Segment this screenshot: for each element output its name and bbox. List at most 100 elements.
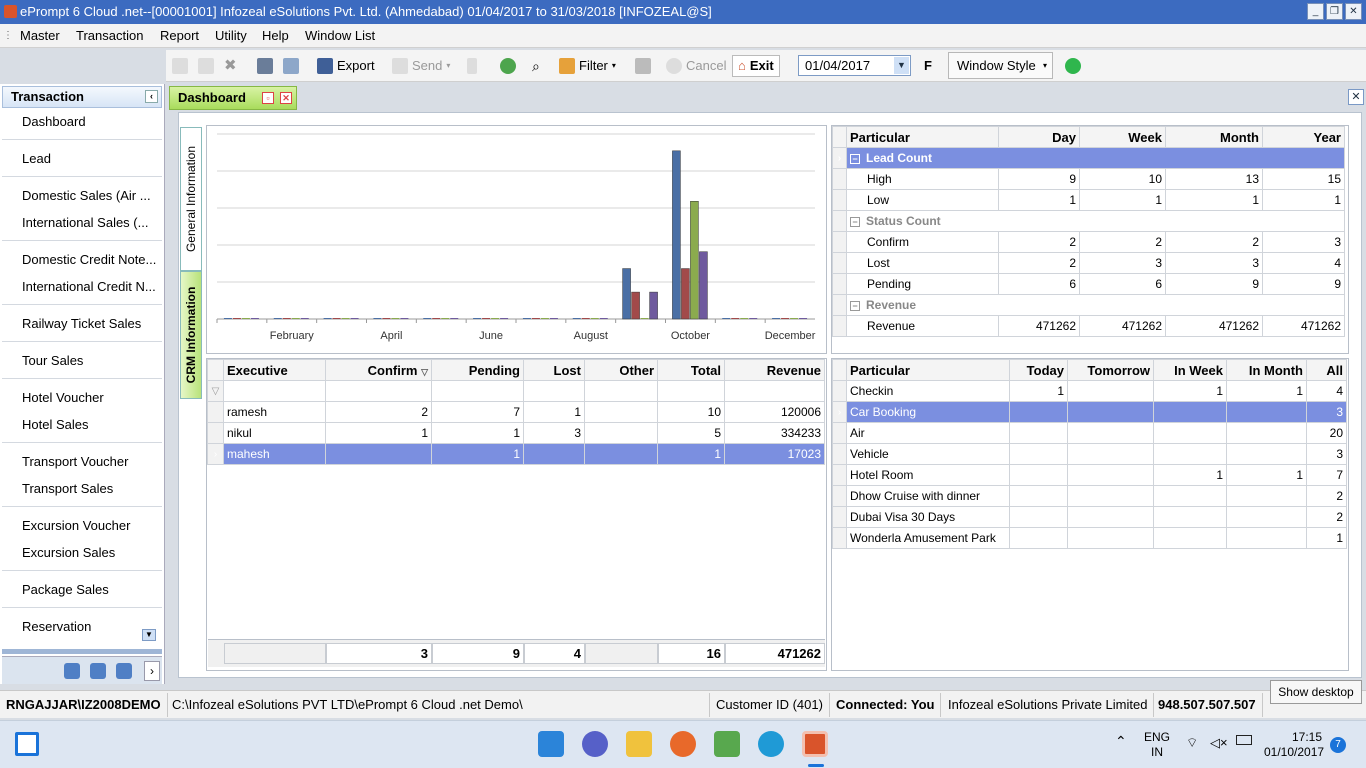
filter-cell[interactable]	[325, 380, 432, 402]
sidebar-item-international-sales[interactable]: International Sales (...	[22, 215, 148, 230]
send-button[interactable]: Send ▾	[392, 55, 450, 77]
col-particular[interactable]: Particular	[846, 126, 999, 148]
sidebar-item-tour-sales[interactable]: Tour Sales	[22, 353, 83, 368]
col-lost[interactable]: Lost	[523, 359, 585, 381]
filter-cell[interactable]	[724, 380, 825, 402]
start-icon[interactable]	[538, 731, 564, 757]
pane-icon[interactable]	[116, 663, 132, 679]
col-month[interactable]: Month	[1165, 126, 1263, 148]
pane-icon[interactable]	[90, 663, 106, 679]
collapse-group-icon[interactable]: −	[850, 301, 860, 311]
filter-cell[interactable]	[431, 380, 524, 402]
delete-icon[interactable]: ✖	[224, 55, 237, 77]
filter-icon[interactable]: ▽	[207, 380, 224, 402]
col-year[interactable]: Year	[1262, 126, 1345, 148]
sidebar-item-transport-voucher[interactable]: Transport Voucher	[22, 454, 128, 469]
table-row[interactable]: Vehicle 3	[832, 443, 1347, 465]
calculator-icon[interactable]	[467, 58, 477, 74]
sidebar-item-excursion-sales[interactable]: Excursion Sales	[22, 545, 115, 560]
table-row[interactable]: ramesh 2 7 1 10 120006	[207, 401, 825, 423]
minimize-button[interactable]: _	[1307, 3, 1324, 20]
close-button[interactable]: ✕	[1345, 3, 1362, 20]
find-icon[interactable]: ⌕	[532, 55, 540, 77]
sidebar-item-hotel-sales[interactable]: Hotel Sales	[22, 417, 88, 432]
col-executive[interactable]: Executive	[223, 359, 326, 381]
collapse-group-icon[interactable]: −	[850, 154, 860, 164]
col-week[interactable]: Week	[1079, 126, 1166, 148]
tab-dashboard[interactable]: Dashboard ▫ ✕	[169, 86, 297, 110]
col-tomorrow[interactable]: Tomorrow	[1067, 359, 1154, 381]
filter-button[interactable]: Filter ▾	[559, 55, 616, 77]
date-picker[interactable]: 01/04/2017 ▼	[798, 55, 911, 76]
pane-icon[interactable]	[64, 663, 80, 679]
sidebar-item-domestic-sales[interactable]: Domestic Sales (Air ...	[22, 188, 151, 203]
print-icon[interactable]	[257, 58, 273, 74]
filter-cell[interactable]	[584, 380, 658, 402]
sidebar-item-domestic-credit-note[interactable]: Domestic Credit Note...	[22, 252, 156, 267]
filter-cell[interactable]	[223, 380, 326, 402]
sidebar-item-reservation[interactable]: Reservation	[22, 619, 91, 634]
summary-row[interactable]: Confirm 2 2 2 3	[832, 231, 1345, 253]
col-in-month[interactable]: In Month	[1226, 359, 1307, 381]
summary-row[interactable]: High 9 10 13 15	[832, 168, 1345, 190]
summary-row[interactable]: › − Lead Count	[832, 147, 1345, 169]
menu-report[interactable]: Report	[160, 28, 199, 43]
collapse-icon[interactable]: ‹	[145, 90, 158, 103]
sidebar-item-railway-ticket-sales[interactable]: Railway Ticket Sales	[22, 316, 141, 331]
table-row[interactable]: Wonderla Amusement Park 1	[832, 527, 1347, 549]
meet-icon[interactable]	[582, 731, 608, 757]
table-row[interactable]: Hotel Room 1 1 7	[832, 464, 1347, 486]
clock[interactable]: 17:15 01/10/2017	[1264, 730, 1324, 760]
col-other[interactable]: Other	[584, 359, 658, 381]
refresh-icon[interactable]	[500, 58, 516, 74]
notepad-icon[interactable]	[714, 731, 740, 757]
dropdown-icon[interactable]: ▼	[894, 57, 909, 74]
summary-row[interactable]: Pending 6 6 9 9	[832, 273, 1345, 295]
col-all[interactable]: All	[1306, 359, 1347, 381]
sidebar-item-dashboard[interactable]: Dashboard	[22, 114, 86, 129]
col-pending[interactable]: Pending	[431, 359, 524, 381]
sidebar-item-lead[interactable]: Lead	[22, 151, 51, 166]
sidebar-item-excursion-voucher[interactable]: Excursion Voucher	[22, 518, 130, 533]
save-icon[interactable]	[635, 58, 651, 74]
table-row[interactable]: Checkin 1 1 1 4	[832, 380, 1347, 402]
restore-button[interactable]: ❐	[1326, 3, 1343, 20]
close-icon[interactable]: ✕	[280, 92, 292, 104]
tab-crm-information[interactable]: CRM Information	[180, 271, 202, 399]
col-total[interactable]: Total	[657, 359, 725, 381]
preview-icon[interactable]	[283, 58, 299, 74]
sidebar-item-transport-sales[interactable]: Transport Sales	[22, 481, 113, 496]
firefox-icon[interactable]	[670, 731, 696, 757]
language-indicator[interactable]: ENG IN	[1144, 730, 1170, 760]
table-row[interactable]: Air 20	[832, 422, 1347, 444]
float-icon[interactable]: ▫	[262, 92, 274, 104]
tab-general-information[interactable]: General Information	[180, 127, 202, 271]
sidebar-item-international-credit-note[interactable]: International Credit N...	[22, 279, 156, 294]
wifi-icon[interactable]: ⌔	[1186, 735, 1198, 751]
col-revenue[interactable]: Revenue	[724, 359, 825, 381]
group-label[interactable]: − Status Count	[846, 210, 1345, 232]
file-explorer-icon[interactable]	[626, 731, 652, 757]
group-label[interactable]: − Revenue	[846, 294, 1345, 316]
table-row[interactable]: Dubai Visa 30 Days 2	[832, 506, 1347, 528]
new-icon[interactable]	[172, 58, 188, 74]
edge-icon[interactable]	[758, 731, 784, 757]
summary-row[interactable]: − Revenue	[832, 294, 1345, 316]
f-button[interactable]: F	[924, 55, 932, 77]
summary-row[interactable]: Revenue 471262 471262 471262 471262	[832, 315, 1345, 337]
menu-help[interactable]: Help	[262, 28, 289, 43]
scroll-down-icon[interactable]: ▼	[142, 629, 156, 641]
table-row[interactable]: › mahesh 1 1 17023	[207, 443, 825, 465]
col-today[interactable]: Today	[1009, 359, 1068, 381]
cancel-button[interactable]: Cancel	[666, 55, 726, 77]
menu-transaction[interactable]: Transaction	[76, 28, 143, 43]
whatsapp-icon[interactable]	[1065, 58, 1081, 74]
summary-row[interactable]: Low 1 1 1 1	[832, 189, 1345, 211]
group-label[interactable]: − Lead Count	[846, 147, 1345, 169]
col-in-week[interactable]: In Week	[1153, 359, 1227, 381]
close-all-icon[interactable]: ✕	[1348, 89, 1364, 105]
battery-icon[interactable]	[1236, 735, 1252, 745]
collapse-group-icon[interactable]: −	[850, 217, 860, 227]
task-view-icon[interactable]	[15, 732, 39, 756]
summary-row[interactable]: Lost 2 3 3 4	[832, 252, 1345, 274]
